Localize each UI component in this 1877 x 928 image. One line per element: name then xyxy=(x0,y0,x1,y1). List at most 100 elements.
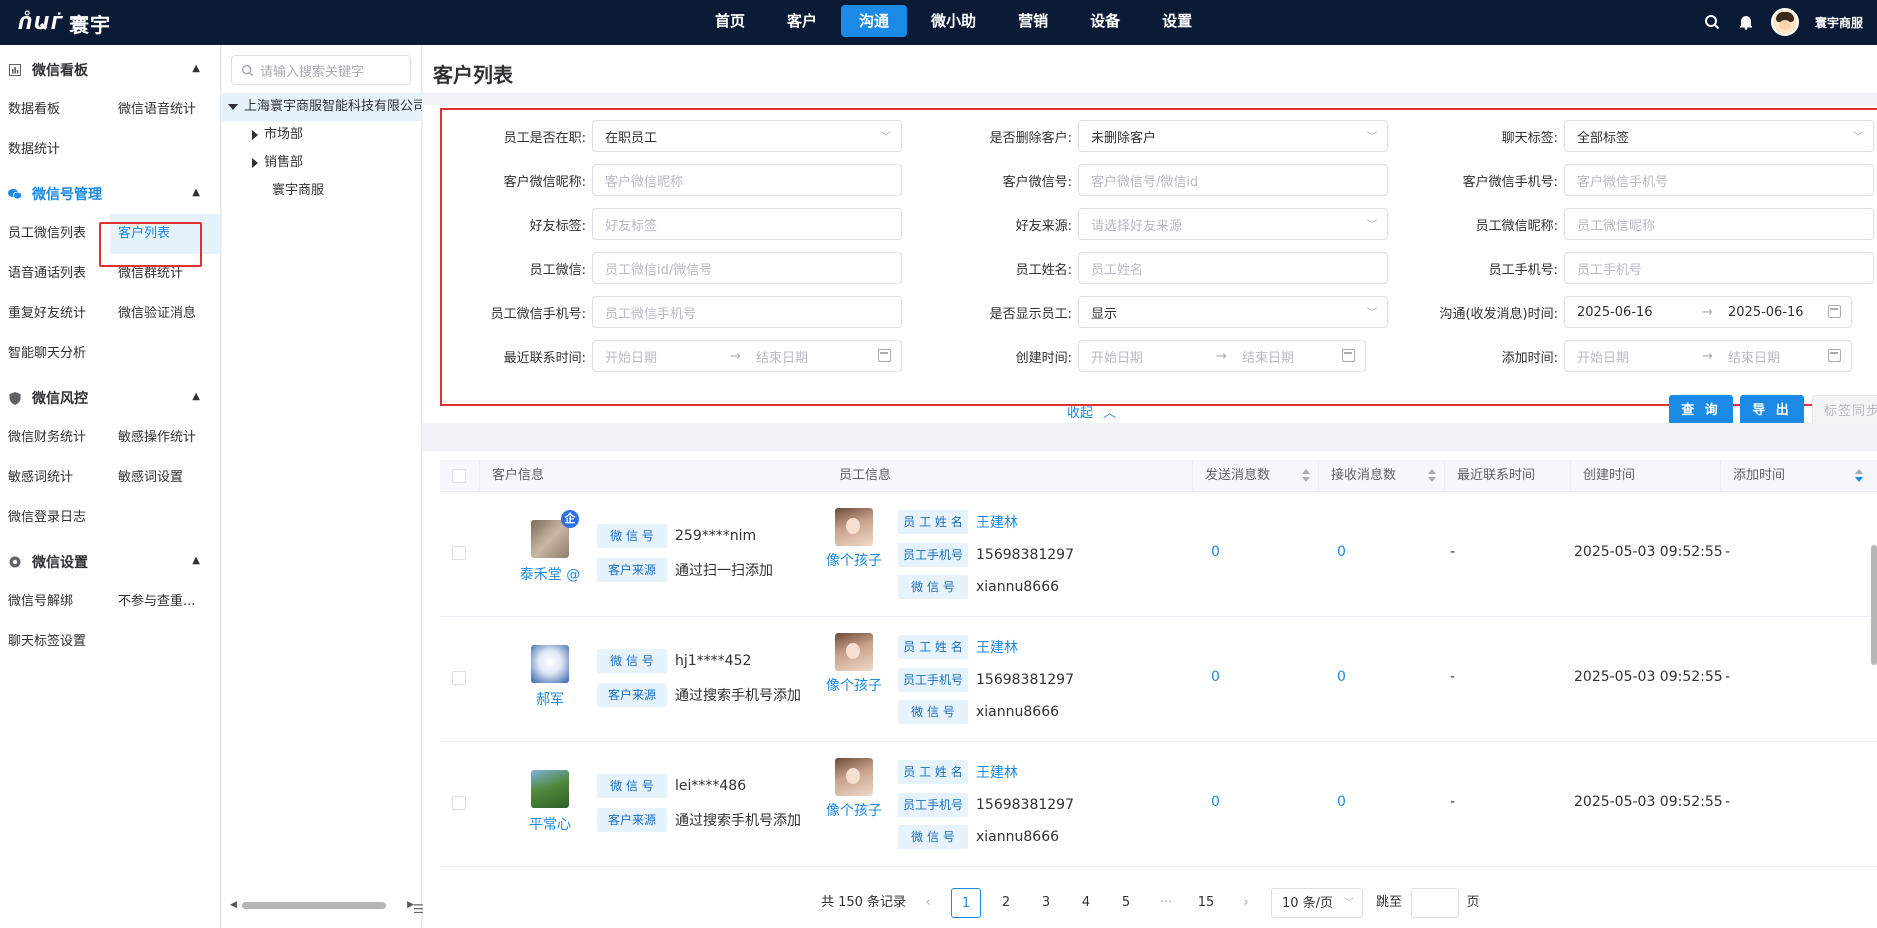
search-icon[interactable] xyxy=(1703,13,1721,31)
select-all-checkbox[interactable] xyxy=(452,469,466,483)
customer-name[interactable]: 平常心 xyxy=(529,814,571,834)
customer-wechat-input[interactable]: 客户微信号/微信id xyxy=(1078,164,1388,196)
employee-phone-input[interactable]: 员工手机号 xyxy=(1564,252,1874,284)
user-avatar[interactable] xyxy=(1770,8,1799,36)
sort-icon[interactable] xyxy=(1428,469,1436,483)
scroll-left-icon[interactable]: ◀ xyxy=(230,900,237,910)
sidebar-group-header[interactable]: 微信看板 ▲ xyxy=(0,50,220,90)
jump-page-input[interactable] xyxy=(1411,888,1459,918)
sidebar-item-chat-analysis[interactable]: 智能聊天分析 xyxy=(0,334,110,374)
show-employee-select[interactable]: 显示 ﹀ xyxy=(1078,296,1388,328)
tree-node-sales[interactable]: 销售部 xyxy=(222,149,422,177)
employee-status-select[interactable]: 在职员工 ﹀ xyxy=(592,120,902,152)
received-count[interactable]: 0 xyxy=(1337,544,1346,560)
added-date-range[interactable]: 开始日期 → 结束日期 xyxy=(1564,340,1852,372)
friend-source-select[interactable]: 请选择好友来源 ﹀ xyxy=(1078,208,1388,240)
nav-customers[interactable]: 客户 xyxy=(769,5,835,37)
tree-node-market[interactable]: 市场部 xyxy=(222,121,422,149)
collapse-filters-link[interactable]: 收起 ︿ xyxy=(1067,402,1116,421)
sidebar-group-header[interactable]: 微信号管理 ▲ xyxy=(0,174,220,214)
sidebar-group-header[interactable]: 微信风控 ▲ xyxy=(0,378,220,418)
sidebar-item-finance-stats[interactable]: 微信财务统计 xyxy=(0,418,110,458)
chat-tag-select[interactable]: 全部标签 ﹀ xyxy=(1564,120,1874,152)
employee-nickname[interactable]: 像个孩子 xyxy=(826,550,882,570)
nav-marketing[interactable]: 营销 xyxy=(1000,5,1066,37)
chevron-up-icon: ▲ xyxy=(192,187,200,198)
employee-wechat-phone-input[interactable]: 员工微信手机号 xyxy=(592,296,902,328)
user-name[interactable]: 寰宇商服 xyxy=(1815,14,1863,31)
page-button[interactable]: 15 xyxy=(1191,888,1221,918)
deleted-customer-select[interactable]: 未删除客户 ﹀ xyxy=(1078,120,1388,152)
row-checkbox[interactable] xyxy=(452,796,466,810)
sidebar-item-sensitive-settings[interactable]: 敏感词设置 xyxy=(110,458,220,498)
received-count[interactable]: 0 xyxy=(1337,794,1346,810)
next-page-icon[interactable]: › xyxy=(1231,888,1261,918)
sidebar-item-chat-tags[interactable]: 聊天标签设置 xyxy=(0,622,110,662)
row-checkbox[interactable] xyxy=(452,546,466,560)
communication-date-range[interactable]: 2025-06-16 → 2025-06-16 xyxy=(1564,296,1852,328)
scrollbar-thumb[interactable] xyxy=(1871,545,1877,665)
sidebar-item-voice-calls[interactable]: 语音通话列表 xyxy=(0,254,110,294)
tree-horizontal-scrollbar[interactable]: ◀ ▶ xyxy=(230,900,414,910)
last-contact-date-range[interactable]: 开始日期 → 结束日期 xyxy=(592,340,902,372)
sidebar-item-unbind[interactable]: 微信号解绑 xyxy=(0,582,110,622)
sent-count[interactable]: 0 xyxy=(1211,544,1220,560)
sidebar-item-customer-list[interactable]: 客户列表 xyxy=(110,214,220,254)
sidebar-item-data-board[interactable]: 数据看板 xyxy=(0,90,110,130)
sent-count[interactable]: 0 xyxy=(1211,669,1220,685)
page-ellipsis[interactable]: ··· xyxy=(1151,888,1181,918)
sidebar-item-voice-stats[interactable]: 微信语音统计 xyxy=(110,90,220,130)
table-vertical-scrollbar[interactable] xyxy=(1871,515,1877,915)
tree-search-input[interactable]: 请输入搜索关键字 xyxy=(231,55,411,85)
bell-icon[interactable] xyxy=(1737,13,1755,31)
sort-icon[interactable] xyxy=(1302,469,1310,483)
employee-wechat-input[interactable]: 员工微信id/微信号 xyxy=(592,252,902,284)
sidebar-item-sensitive-words[interactable]: 敏感词统计 xyxy=(0,458,110,498)
sidebar-item-exclude-dedupe[interactable]: 不参与查重... xyxy=(110,582,220,622)
sidebar-item-login-log[interactable]: 微信登录日志 xyxy=(0,498,110,538)
row-checkbox[interactable] xyxy=(452,671,466,685)
tree-node-huanyu[interactable]: 寰宇商服 xyxy=(222,177,422,205)
nav-settings[interactable]: 设置 xyxy=(1144,5,1210,37)
sidebar-item-verify-msgs[interactable]: 微信验证消息 xyxy=(110,294,220,334)
friend-tag-input[interactable]: 好友标签 xyxy=(592,208,902,240)
col-sent-count[interactable]: 发送消息数 xyxy=(1193,460,1319,492)
scrollbar-thumb[interactable] xyxy=(242,902,386,909)
employee-name-input[interactable]: 员工姓名 xyxy=(1078,252,1388,284)
page-button[interactable]: 2 xyxy=(991,888,1021,918)
nav-devices[interactable]: 设备 xyxy=(1072,5,1138,37)
customer-nickname-input[interactable]: 客户微信昵称 xyxy=(592,164,902,196)
nav-home[interactable]: 首页 xyxy=(697,5,763,37)
customer-name[interactable]: 郝军 xyxy=(536,689,564,709)
prev-page-icon[interactable]: ‹ xyxy=(913,888,943,918)
employee-name[interactable]: 王建林 xyxy=(976,637,1018,657)
nav-assistant[interactable]: 微小助 xyxy=(913,5,994,37)
sidebar-item-employee-wechat[interactable]: 员工微信列表 xyxy=(0,214,110,254)
sidebar-item-sensitive-ops[interactable]: 敏感操作统计 xyxy=(110,418,220,458)
sidebar-item-duplicate-friends[interactable]: 重复好友统计 xyxy=(0,294,110,334)
sidebar-item-data-stats[interactable]: 数据统计 xyxy=(0,130,110,170)
customer-name[interactable]: 泰禾堂 @ xyxy=(520,564,580,584)
nav-communication[interactable]: 沟通 xyxy=(841,5,908,37)
tree-node-root[interactable]: 上海寰宇商服智能科技有限公司 xyxy=(222,93,422,121)
page-button[interactable]: 4 xyxy=(1071,888,1101,918)
employee-name[interactable]: 王建林 xyxy=(976,762,1018,782)
employee-nickname[interactable]: 像个孩子 xyxy=(826,675,882,695)
col-added[interactable]: 添加时间 xyxy=(1721,460,1871,492)
employee-name[interactable]: 王建林 xyxy=(976,512,1018,532)
page-button[interactable]: 3 xyxy=(1031,888,1061,918)
page-button[interactable]: 1 xyxy=(951,888,981,918)
customer-phone-input[interactable]: 客户微信手机号 xyxy=(1564,164,1874,196)
received-count[interactable]: 0 xyxy=(1337,669,1346,685)
sidebar-group-header[interactable]: 微信设置 ▲ xyxy=(0,542,220,582)
created-date-range[interactable]: 开始日期 → 结束日期 xyxy=(1078,340,1366,372)
col-received-count[interactable]: 接收消息数 xyxy=(1319,460,1445,492)
brand-logo[interactable]: ᑍԱᒦ 寰宇 xyxy=(18,9,111,38)
sent-count[interactable]: 0 xyxy=(1211,794,1220,810)
page-size-select[interactable]: 10 条/页 ﹀ xyxy=(1271,888,1363,918)
sort-icon[interactable] xyxy=(1855,469,1863,483)
employee-nickname-input[interactable]: 员工微信昵称 xyxy=(1564,208,1874,240)
employee-nickname[interactable]: 像个孩子 xyxy=(826,800,882,820)
page-button[interactable]: 5 xyxy=(1111,888,1141,918)
sidebar-item-group-stats[interactable]: 微信群统计 xyxy=(110,254,220,294)
